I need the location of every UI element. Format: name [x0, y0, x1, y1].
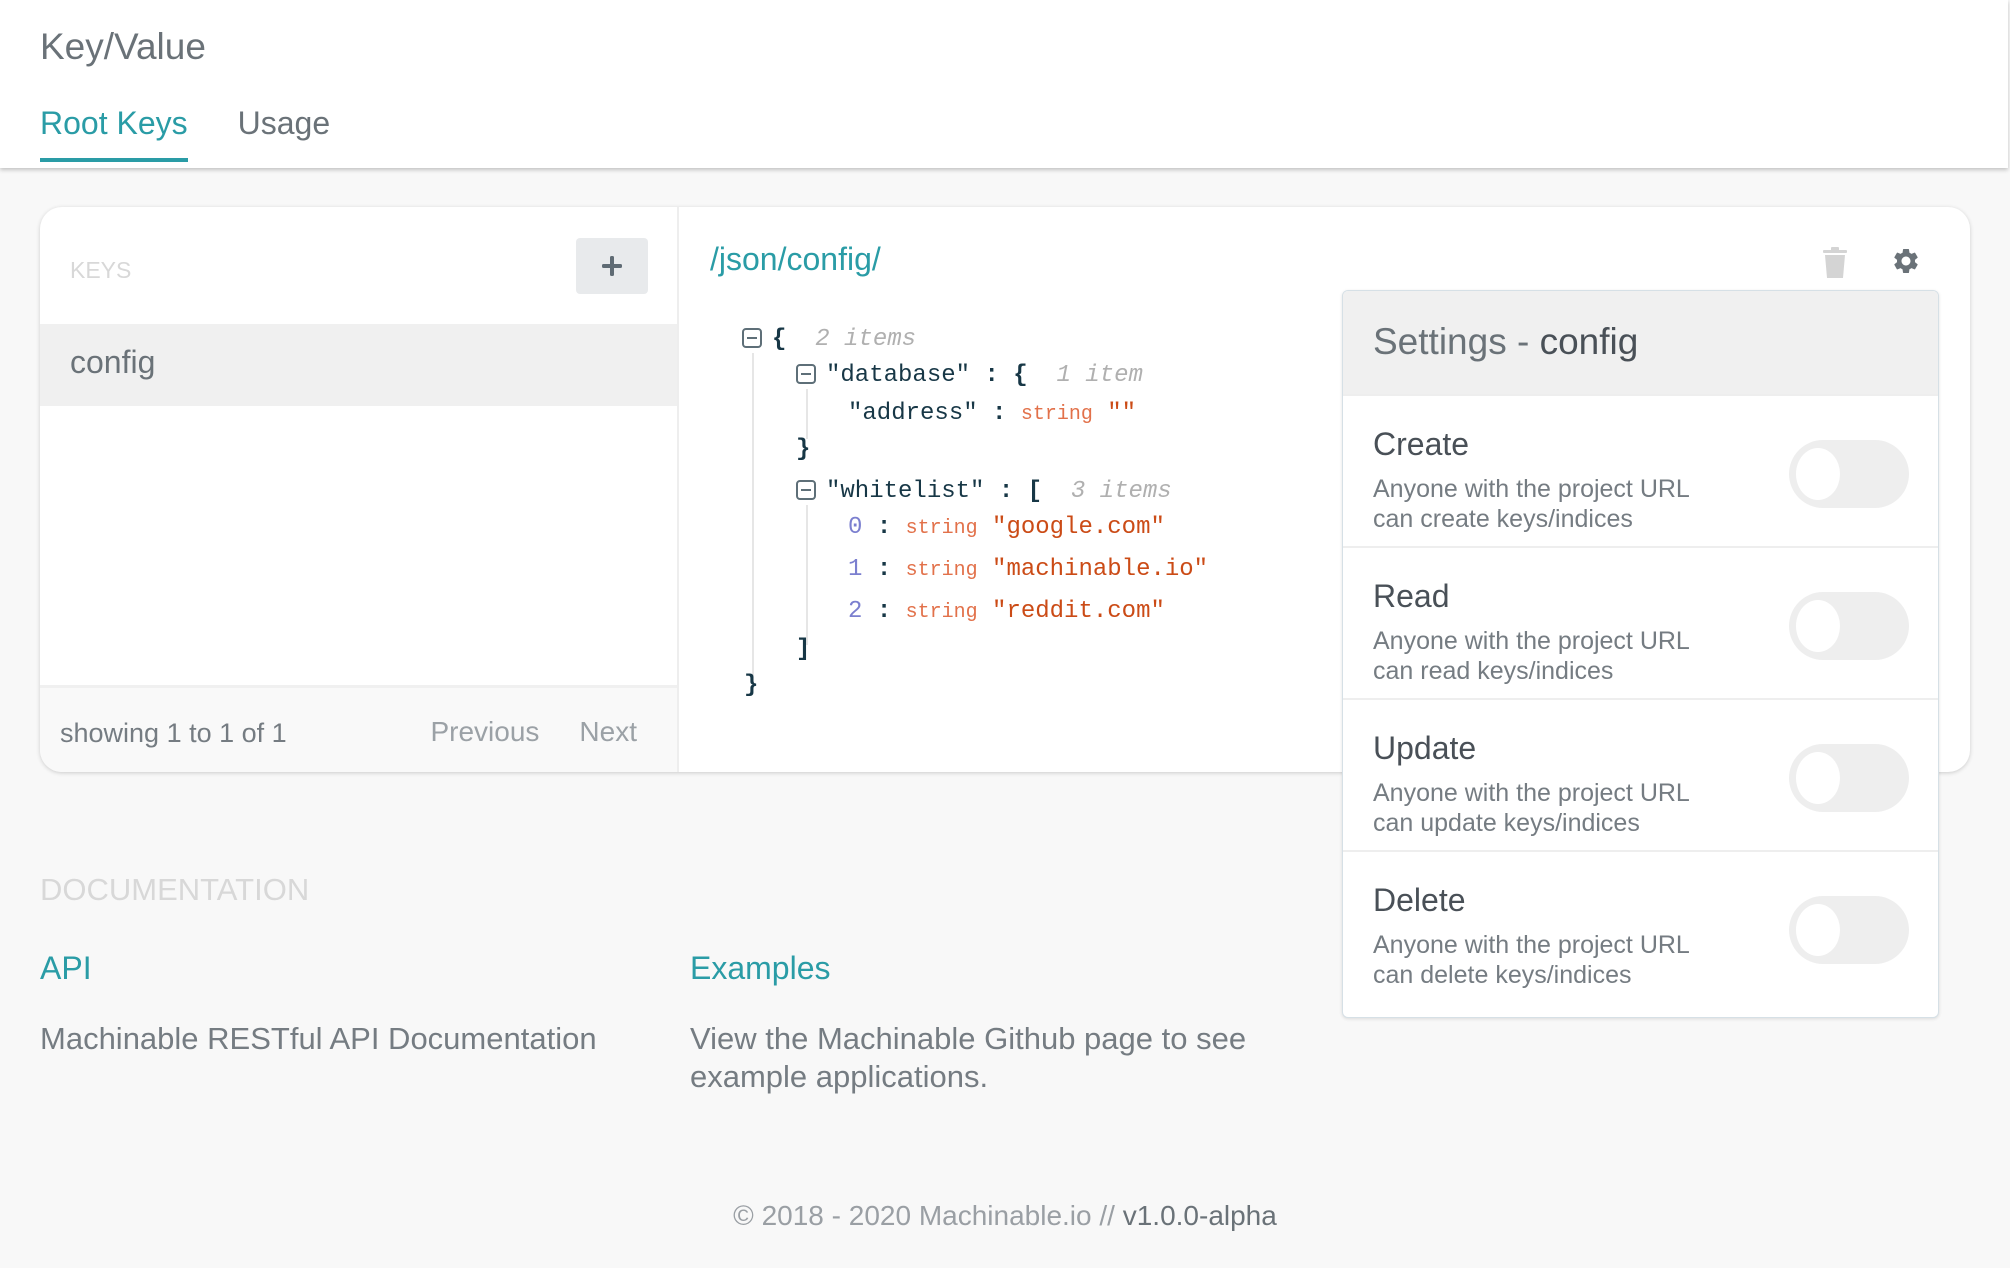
pagination-status: showing 1 to 1 of 1 — [60, 718, 287, 748]
tab-usage[interactable]: Usage — [238, 105, 331, 160]
copyright-text: © 2018 - 2020 Machinable.io // — [733, 1200, 1123, 1231]
permission-name: Read — [1373, 578, 1450, 614]
json-close-brace: } — [796, 436, 811, 463]
json-value[interactable]: "reddit.com" — [992, 598, 1165, 625]
array-index: 1 — [848, 556, 863, 583]
json-array-item: 1 : string "machinable.io" — [848, 556, 1209, 583]
examples-link[interactable]: Examples — [690, 950, 831, 987]
json-close-brace: } — [744, 672, 759, 699]
key-list-item[interactable]: config — [40, 324, 677, 406]
permission-update: Update Anyone with the project URL can up… — [1343, 698, 1938, 850]
settings-popover: Settings - config Create Anyone with the… — [1342, 290, 1939, 1018]
collapse-icon[interactable] — [796, 480, 816, 500]
keys-label: KEYS — [70, 257, 132, 283]
json-array-item: 2 : string "reddit.com" — [848, 598, 1165, 625]
trash-icon[interactable] — [1822, 247, 1848, 279]
next-page-button[interactable]: Next — [579, 716, 637, 748]
tab-bar: Root Keys Usage — [40, 105, 331, 162]
toggle-knob — [1796, 904, 1840, 956]
tree-guide — [752, 353, 754, 683]
permission-create: Create Anyone with the project URL can cr… — [1343, 394, 1938, 546]
permission-read: Read Anyone with the project URL can read… — [1343, 546, 1938, 698]
array-index: 2 — [848, 598, 863, 625]
add-key-button[interactable] — [576, 238, 648, 294]
key-path-link[interactable]: /json/config/ — [710, 241, 881, 278]
json-key: "database" — [826, 362, 971, 389]
json-key: "whitelist" — [826, 478, 985, 505]
update-toggle[interactable] — [1789, 744, 1909, 812]
page-title: Key/Value — [40, 26, 206, 67]
permission-description: Anyone with the project URL can create ke… — [1373, 475, 1690, 533]
tab-root-keys[interactable]: Root Keys — [40, 105, 188, 162]
permission-delete: Delete Anyone with the project URL can de… — [1343, 850, 1938, 1002]
keys-panel: KEYS config showing 1 to 1 of 1 Previous… — [40, 207, 679, 772]
toggle-knob — [1796, 752, 1840, 804]
collapse-icon[interactable] — [742, 328, 762, 348]
json-close-bracket: ] — [796, 636, 811, 663]
json-value[interactable]: "machinable.io" — [992, 556, 1208, 583]
read-toggle[interactable] — [1789, 592, 1909, 660]
documentation-heading: DOCUMENTATION — [40, 872, 310, 907]
collapse-icon[interactable] — [796, 364, 816, 384]
version-text: v1.0.0-alpha — [1122, 1200, 1277, 1231]
json-address-line: "address" : string "" — [848, 400, 1137, 427]
json-database-line: "database" : { 1 item — [796, 361, 1143, 391]
json-value[interactable]: "google.com" — [992, 514, 1165, 541]
array-index: 0 — [848, 514, 863, 541]
permission-name: Update — [1373, 730, 1477, 766]
page-footer: © 2018 - 2020 Machinable.io // v1.0.0-al… — [0, 1200, 2010, 1232]
item-count: 3 items — [1070, 478, 1172, 505]
item-count: 2 items — [815, 326, 917, 353]
json-key: "address" — [848, 400, 978, 427]
permission-description: Anyone with the project URL can read keys… — [1373, 627, 1690, 685]
previous-page-button[interactable]: Previous — [430, 716, 539, 748]
keys-pagination: showing 1 to 1 of 1 Previous Next — [40, 685, 677, 772]
permission-name: Create — [1373, 426, 1470, 462]
permission-description: Anyone with the project URL can update ke… — [1373, 779, 1690, 837]
tree-guide — [806, 505, 808, 645]
create-toggle[interactable] — [1789, 440, 1909, 508]
value-type: string — [905, 601, 978, 624]
key-name: config — [70, 344, 156, 380]
json-root-line: { 2 items — [742, 325, 916, 355]
keys-header: KEYS — [40, 207, 677, 324]
value-type: string — [905, 559, 978, 582]
value-type: string — [1020, 403, 1093, 426]
gear-icon[interactable] — [1891, 246, 1921, 276]
toggle-knob — [1796, 600, 1840, 652]
examples-description: View the Machinable Github page to see e… — [690, 1021, 1247, 1094]
permission-name: Delete — [1373, 882, 1466, 918]
json-whitelist-line: "whitelist" : [ 3 items — [796, 477, 1172, 507]
tree-guide — [806, 389, 808, 439]
settings-header: Settings - config — [1343, 291, 1938, 394]
settings-key-name: config — [1539, 321, 1639, 362]
value-type: string — [905, 517, 978, 540]
item-count: 1 item — [1056, 362, 1143, 389]
json-array-item: 0 : string "google.com" — [848, 514, 1165, 541]
api-docs-description: Machinable RESTful API Documentation — [40, 1021, 597, 1056]
json-value[interactable]: "" — [1107, 400, 1136, 427]
delete-toggle[interactable] — [1789, 896, 1909, 964]
settings-title: Settings - — [1373, 321, 1530, 362]
api-docs-link[interactable]: API — [40, 950, 92, 987]
page-header: Key/Value Root Keys Usage — [0, 0, 2008, 168]
plus-icon — [602, 256, 622, 276]
toggle-knob — [1796, 448, 1840, 500]
permission-description: Anyone with the project URL can delete ke… — [1373, 931, 1690, 989]
